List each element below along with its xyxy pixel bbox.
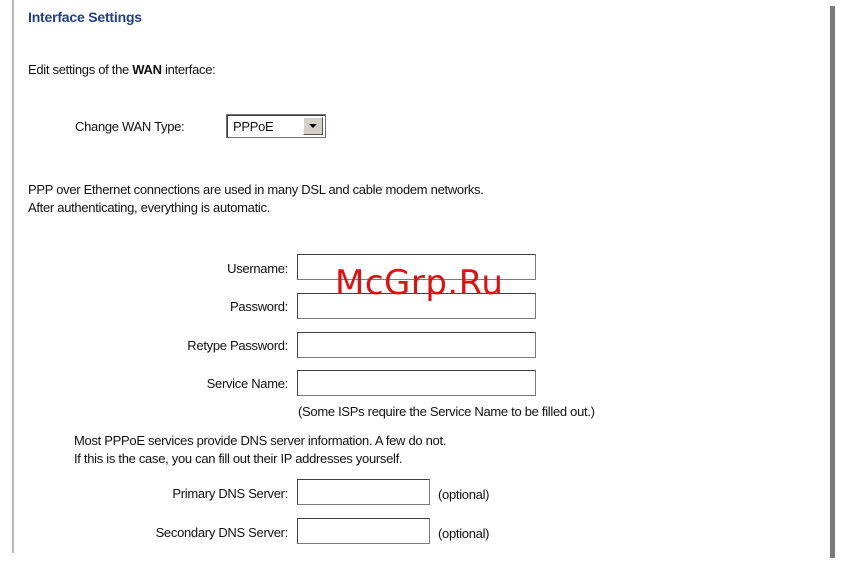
intro-wan: WAN — [132, 62, 162, 77]
page-title: Interface Settings — [28, 9, 142, 25]
primary-dns-label: Primary DNS Server: — [172, 486, 288, 501]
service-name-note: (Some ISPs require the Service Name to b… — [298, 404, 595, 419]
pppoe-description: PPP over Ethernet connections are used i… — [28, 181, 484, 217]
intro-before: Edit settings of the — [28, 62, 133, 77]
right-scrollbar-edge — [830, 6, 835, 558]
dns-line-1: Most PPPoE services provide DNS server i… — [74, 433, 447, 448]
service-name-label: Service Name: — [206, 376, 289, 391]
description-line-2: After authenticating, everything is auto… — [28, 200, 271, 215]
primary-dns-input[interactable] — [297, 479, 430, 505]
wan-type-value: PPPoE — [233, 119, 274, 134]
dropdown-button[interactable] — [303, 117, 323, 135]
secondary-dns-optional: (optional) — [438, 526, 490, 541]
dns-description: Most PPPoE services provide DNS server i… — [74, 432, 446, 468]
description-line-1: PPP over Ethernet connections are used i… — [28, 182, 484, 197]
chevron-down-icon — [309, 124, 317, 128]
dns-line-2: If this is the case, you can fill out th… — [74, 451, 403, 466]
retype-password-label: Retype Password: — [187, 338, 288, 353]
secondary-dns-input[interactable] — [297, 518, 430, 544]
primary-dns-optional: (optional) — [438, 487, 490, 502]
wan-type-select[interactable]: PPPoE — [226, 114, 326, 138]
left-border — [12, 0, 14, 553]
service-name-input[interactable] — [297, 370, 536, 396]
username-label: Username: — [227, 261, 288, 276]
password-label: Password: — [230, 299, 288, 314]
retype-password-input[interactable] — [297, 332, 536, 358]
intro-after: interface: — [161, 62, 216, 77]
secondary-dns-label: Secondary DNS Server: — [155, 525, 289, 540]
watermark-text: McGrp.Ru — [335, 263, 504, 303]
wan-type-label: Change WAN Type: — [75, 119, 185, 134]
intro-text: Edit settings of the WAN interface: — [28, 62, 216, 77]
